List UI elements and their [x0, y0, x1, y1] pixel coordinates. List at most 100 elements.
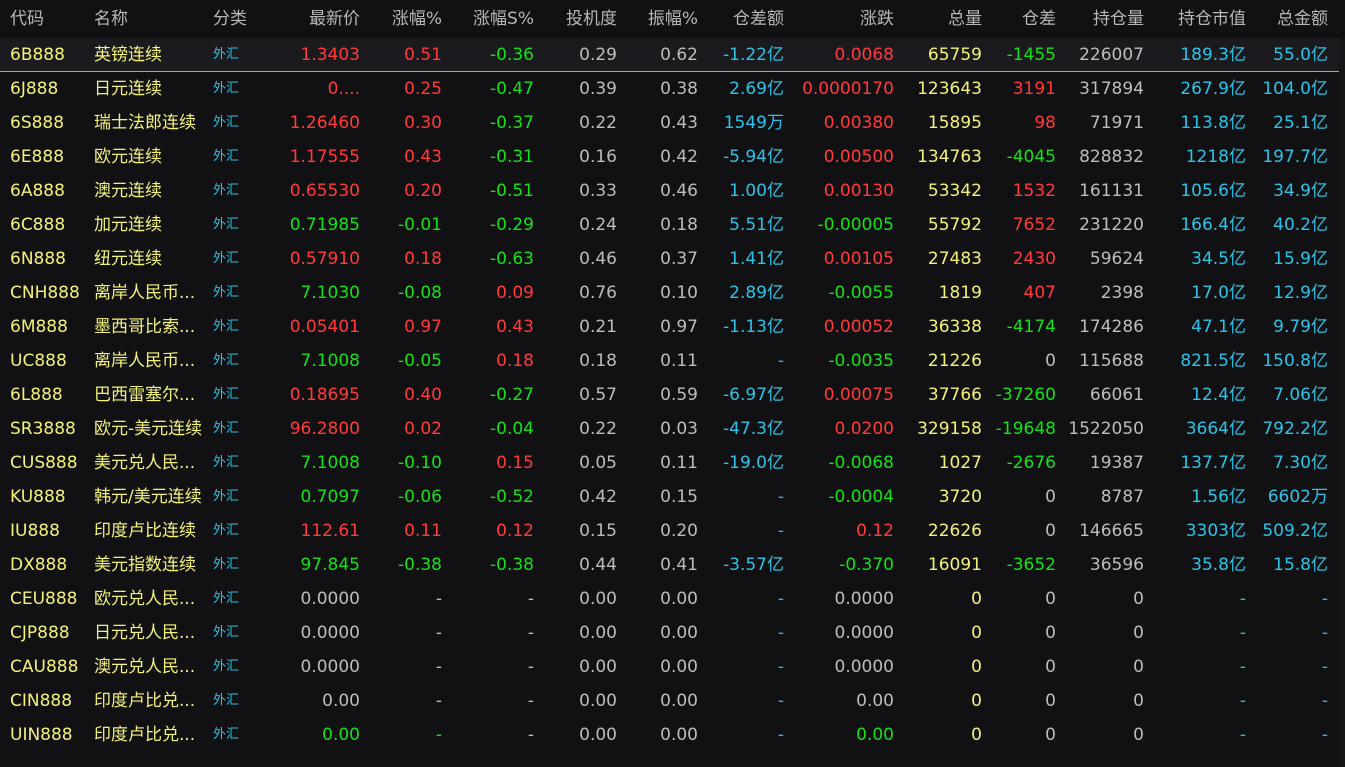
- oi-amount-cell: -47.3亿: [723, 419, 784, 439]
- change-s-pct-cell: -0.37: [490, 113, 534, 133]
- oi-change-cell: -19648: [995, 419, 1056, 439]
- header-speculation[interactable]: 投机度: [545, 0, 617, 38]
- table-row[interactable]: UC888 离岸人民币... 外汇 7.1008 -0.05 0.18 0.18 0.11 - -…: [0, 344, 1345, 378]
- volume-cell: 55792: [927, 215, 982, 235]
- volume-cell: 1819: [938, 283, 982, 303]
- change-pct-cell: 0.25: [404, 79, 442, 99]
- oi-change-cell: 2430: [1012, 249, 1056, 269]
- header-code[interactable]: 代码: [10, 0, 90, 38]
- oi-change-cell: -1455: [1006, 45, 1056, 65]
- header-name[interactable]: 名称: [94, 0, 206, 38]
- category-cell: 外汇: [213, 47, 240, 62]
- turnover-cell: 792.2亿: [1262, 419, 1328, 439]
- code-cell: 6M888: [10, 317, 68, 337]
- change-s-pct-cell: -0.31: [490, 147, 534, 167]
- change-s-pct-cell: 0.15: [496, 453, 534, 473]
- table-row[interactable]: CAU888 澳元兑人民... 外汇 0.0000 - - 0.00 0.00 - 0.0000 0…: [0, 650, 1345, 684]
- header-category[interactable]: 分类: [213, 0, 253, 38]
- table-row[interactable]: 6N888 纽元连续 外汇 0.57910 0.18 -0.63 0.46 0.37 1.41亿…: [0, 242, 1345, 276]
- turnover-cell: 7.06亿: [1273, 385, 1328, 405]
- price-diff-cell: -0.0035: [828, 351, 894, 371]
- change-s-pct-cell: 0.43: [496, 317, 534, 337]
- name-cell: 日元连续: [94, 79, 162, 99]
- volume-cell: 21226: [927, 351, 982, 371]
- price-diff-cell: 0.0068: [834, 45, 894, 65]
- header-price-diff[interactable]: 涨跌: [790, 0, 894, 38]
- oi-value-cell: -: [1239, 623, 1246, 643]
- oi-change-cell: 0: [1045, 623, 1056, 643]
- name-cell: 欧元兑人民...: [94, 589, 196, 609]
- table-row[interactable]: 6J888 日元连续 外汇 0.... 0.25 -0.47 0.39 0.38 2.69亿 0.…: [0, 72, 1345, 106]
- category-cell: 外汇: [213, 149, 240, 164]
- amplitude-cell: 0.15: [660, 487, 698, 507]
- header-change-s-pct[interactable]: 涨幅S%: [452, 0, 534, 38]
- amplitude-cell: 0.18: [660, 215, 698, 235]
- amplitude-cell: 0.62: [660, 45, 698, 65]
- speculation-cell: 0.15: [579, 521, 617, 541]
- table-row[interactable]: 6S888 瑞士法郎连续 外汇 1.26460 0.30 -0.37 0.22 0.43 154…: [0, 106, 1345, 140]
- oi-change-cell: 3191: [1012, 79, 1056, 99]
- table-row[interactable]: 6L888 巴西雷塞尔... 外汇 0.18695 0.40 -0.27 0.57 0.59 -…: [0, 378, 1345, 412]
- last-price-cell: 0.0000: [300, 657, 360, 677]
- oi-amount-cell: 1.41亿: [729, 249, 784, 269]
- code-cell: 6N888: [10, 249, 66, 269]
- table-row[interactable]: 6B888 英镑连续 外汇 1.3403 0.51 -0.36 0.29 0.62 -1.22亿…: [0, 38, 1345, 72]
- price-diff-cell: -0.0068: [828, 453, 894, 473]
- speculation-cell: 0.16: [579, 147, 617, 167]
- table-row[interactable]: CJP888 日元兑人民... 外汇 0.0000 - - 0.00 0.00 - 0.0000 0…: [0, 616, 1345, 650]
- oi-amount-cell: -5.94亿: [723, 147, 784, 167]
- speculation-cell: 0.00: [579, 691, 617, 711]
- table-row[interactable]: DX888 美元指数连续 外汇 97.845 -0.38 -0.38 0.44 0.41 -3.…: [0, 548, 1345, 582]
- table-row[interactable]: 6M888 墨西哥比索... 外汇 0.05401 0.97 0.43 0.21 0.97 -1…: [0, 310, 1345, 344]
- vertical-scrollbar[interactable]: [1339, 38, 1345, 767]
- header-oi-amount[interactable]: 仓差额: [708, 0, 784, 38]
- oi-change-cell: 407: [1023, 283, 1056, 303]
- table-row[interactable]: SR3888 欧元-美元连续 外汇 96.2800 0.02 -0.04 0.22 0.03 -…: [0, 412, 1345, 446]
- header-last-price[interactable]: 最新价: [258, 0, 360, 38]
- table-row[interactable]: KU888 韩元/美元连续 外汇 0.7097 -0.06 -0.52 0.42 0.15 - -…: [0, 480, 1345, 514]
- header-oi-change[interactable]: 仓差: [990, 0, 1056, 38]
- change-pct-cell: -0.06: [398, 487, 442, 507]
- code-cell: CJP888: [10, 623, 70, 643]
- amplitude-cell: 0.00: [660, 657, 698, 677]
- oi-value-cell: 17.0亿: [1191, 283, 1246, 303]
- oi-amount-cell: 1.00亿: [729, 181, 784, 201]
- table-row[interactable]: CEU888 欧元兑人民... 外汇 0.0000 - - 0.00 0.00 - 0.0000 0…: [0, 582, 1345, 616]
- table-row[interactable]: 6C888 加元连续 外汇 0.71985 -0.01 -0.29 0.24 0.18 5.51…: [0, 208, 1345, 242]
- oi-change-cell: 7652: [1012, 215, 1056, 235]
- header-turnover[interactable]: 总金额: [1250, 0, 1328, 38]
- oi-change-cell: 0: [1045, 691, 1056, 711]
- oi-value-cell: -: [1239, 691, 1246, 711]
- last-price-cell: 0.18695: [289, 385, 360, 405]
- amplitude-cell: 0.46: [660, 181, 698, 201]
- turnover-cell: -: [1321, 623, 1328, 643]
- last-price-cell: 1.26460: [289, 113, 360, 133]
- volume-cell: 65759: [927, 45, 982, 65]
- speculation-cell: 0.33: [579, 181, 617, 201]
- category-cell: 外汇: [213, 81, 240, 96]
- code-cell: 6A888: [10, 181, 65, 201]
- last-price-cell: 0.7097: [300, 487, 360, 507]
- table-row[interactable]: CUS888 美元兑人民... 外汇 7.1008 -0.10 0.15 0.05 0.11 -…: [0, 446, 1345, 480]
- last-price-cell: 0.0000: [300, 589, 360, 609]
- header-change-pct[interactable]: 涨幅%: [370, 0, 442, 38]
- code-cell: CNH888: [10, 283, 80, 303]
- amplitude-cell: 0.41: [660, 555, 698, 575]
- header-amplitude[interactable]: 振幅%: [626, 0, 698, 38]
- table-row[interactable]: CIN888 印度卢比兑... 外汇 0.00 - - 0.00 0.00 - 0.00 0 0 0 - -: [0, 684, 1345, 718]
- oi-change-cell: -3652: [1006, 555, 1056, 575]
- table-row[interactable]: CNH888 离岸人民币... 外汇 7.1030 -0.08 0.09 0.76 0.10 2…: [0, 276, 1345, 310]
- last-price-cell: 0.57910: [289, 249, 360, 269]
- speculation-cell: 0.22: [579, 113, 617, 133]
- header-volume[interactable]: 总量: [905, 0, 982, 38]
- header-oi-value[interactable]: 持仓市值: [1150, 0, 1246, 38]
- table-row[interactable]: 6A888 澳元连续 外汇 0.65530 0.20 -0.51 0.33 0.46 1.00亿…: [0, 174, 1345, 208]
- speculation-cell: 0.44: [579, 555, 617, 575]
- table-row[interactable]: 6E888 欧元连续 外汇 1.17555 0.43 -0.31 0.16 0.42 -5.94…: [0, 140, 1345, 174]
- open-interest-cell: 36596: [1089, 555, 1144, 575]
- oi-amount-cell: -1.13亿: [723, 317, 784, 337]
- header-open-interest[interactable]: 持仓量: [1060, 0, 1144, 38]
- table-row[interactable]: IU888 印度卢比连续 外汇 112.61 0.11 0.12 0.15 0.20 - 0.12…: [0, 514, 1345, 548]
- change-s-pct-cell: -: [527, 691, 534, 711]
- table-row[interactable]: UIN888 印度卢比兑... 外汇 0.00 - - 0.00 0.00 - 0.00 0 0 0 - -: [0, 718, 1345, 752]
